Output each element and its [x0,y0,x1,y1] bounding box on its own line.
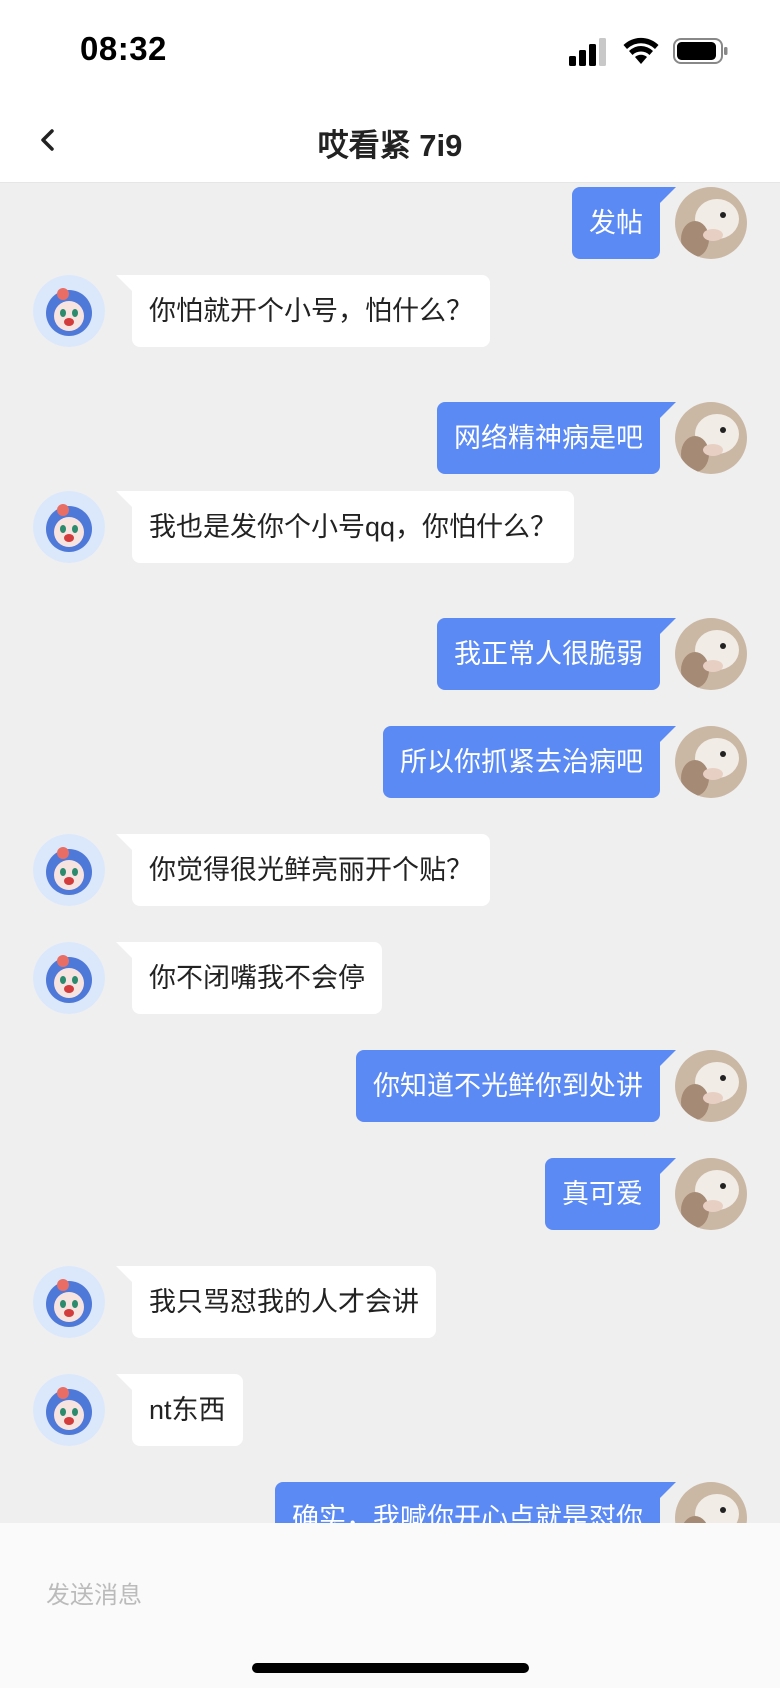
cat-avatar-image [675,187,747,259]
outgoing-message-bubble[interactable]: 所以你抓紧去治病吧 [383,726,676,798]
message-row: 发帖 [0,187,780,261]
message-row: 我正常人很脆弱 [0,618,780,692]
incoming-message-bubble[interactable]: 我只骂怼我的人才会讲 [116,1266,436,1338]
outgoing-message-bubble[interactable]: 我正常人很脆弱 [437,618,676,690]
contact-avatar[interactable] [33,1374,105,1446]
nav-bar: 哎看紧 7i9 [0,100,780,183]
my-avatar[interactable] [675,1482,747,1523]
incoming-message-bubble[interactable]: 你怕就开个小号，怕什么？ [116,275,490,347]
incoming-message-bubble[interactable]: 你不闭嘴我不会停 [116,942,382,1014]
message-row: 网络精神病是吧 [0,402,780,476]
cat-avatar-image [675,1158,747,1230]
cat-avatar-image [675,1482,747,1523]
message-row: 我只骂怼我的人才会讲 [0,1266,780,1340]
outgoing-message-bubble[interactable]: 发帖 [572,187,676,259]
contact-avatar[interactable] [33,275,105,347]
signal-icon [569,38,606,66]
incoming-message-bubble[interactable]: 我也是发你个小号qq，你怕什么？ [115,491,575,563]
cat-avatar-image [675,726,747,798]
wifi-icon [623,37,659,64]
contact-avatar[interactable] [33,1266,105,1338]
message-input[interactable] [44,1575,738,1617]
message-row: 你怕就开个小号，怕什么？ [0,275,780,349]
message-row: nt东西 [0,1374,780,1448]
cartoon-avatar-image [33,1374,105,1446]
contact-avatar[interactable] [33,834,105,906]
message-row: 所以你抓紧去治病吧 [0,726,780,800]
battery-icon [673,38,728,64]
my-avatar[interactable] [675,1158,747,1230]
home-indicator[interactable] [252,1663,529,1673]
message-row: 你知道不光鲜你到处讲 [0,1050,780,1124]
contact-avatar[interactable] [33,491,105,563]
incoming-message-bubble[interactable]: 你觉得很光鲜亮丽开个贴？ [116,834,490,906]
cat-avatar-image [675,618,747,690]
input-bar [0,1523,780,1688]
cat-avatar-image [675,402,747,474]
cartoon-avatar-image [33,491,105,563]
my-avatar[interactable] [675,726,747,798]
outgoing-message-bubble[interactable]: 真可爱 [545,1158,676,1230]
cat-avatar-image [675,1050,747,1122]
outgoing-message-bubble[interactable]: 确实，我喊你开心点就是怼你 [275,1482,676,1523]
status-time: 08:32 [80,30,167,67]
my-avatar[interactable] [675,402,747,474]
outgoing-message-bubble[interactable]: 你知道不光鲜你到处讲 [356,1050,676,1122]
message-row: 我也是发你个小号qq，你怕什么？ [0,491,780,565]
outgoing-message-bubble[interactable]: 网络精神病是吧 [437,402,676,474]
contact-avatar[interactable] [33,942,105,1014]
message-list[interactable]: 发帖 你怕就开个小号，怕什么？ 网络精神病是吧 我也是发你个小号qq，你怕什么？… [0,183,780,1523]
chat-title: 哎看紧 7i9 [317,128,463,163]
message-row: 你不闭嘴我不会停 [0,942,780,1016]
incoming-message-bubble[interactable]: nt东西 [116,1374,243,1446]
cartoon-avatar-image [33,942,105,1014]
message-row: 真可爱 [0,1158,780,1232]
cartoon-avatar-image [33,834,105,906]
message-row: 你觉得很光鲜亮丽开个贴？ [0,834,780,908]
message-row: 确实，我喊你开心点就是怼你 [0,1482,780,1523]
cartoon-avatar-image [33,1266,105,1338]
cartoon-avatar-image [33,275,105,347]
status-bar: 08:32 [0,0,780,100]
my-avatar[interactable] [675,1050,747,1122]
my-avatar[interactable] [675,618,747,690]
my-avatar[interactable] [675,187,747,259]
